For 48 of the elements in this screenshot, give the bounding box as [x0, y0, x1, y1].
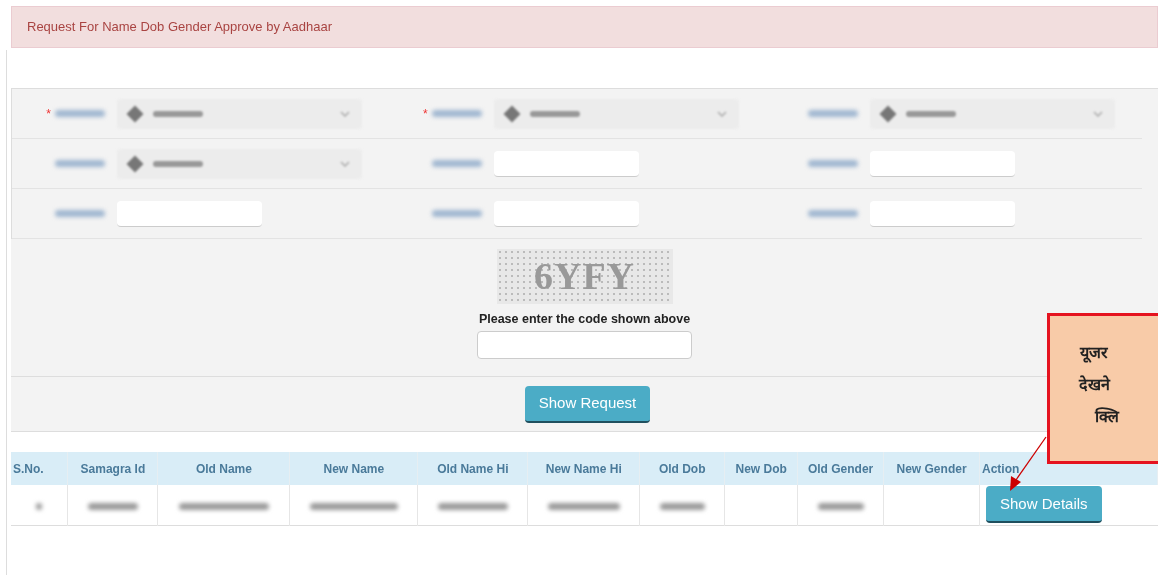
column-header: Old Gender [797, 452, 884, 485]
select-field[interactable] [117, 148, 362, 179]
callout-text: क्लि [1095, 406, 1119, 428]
blurred-text [431, 160, 482, 167]
required-mark: * [46, 105, 51, 122]
blurred-text [808, 110, 859, 117]
blurred-cell [437, 502, 508, 510]
chevron-down-icon [340, 160, 350, 167]
blurred-cell [36, 502, 43, 510]
column-header: New Name Hi [527, 452, 640, 485]
chevron-down-icon [1093, 110, 1104, 117]
blurred-cell [817, 502, 864, 510]
show-details-button[interactable]: Show Details [986, 486, 1102, 524]
select-field[interactable] [493, 98, 739, 129]
column-header: Old Name [157, 452, 290, 485]
select-field[interactable] [117, 98, 362, 129]
input-field[interactable] [493, 200, 639, 227]
input-field[interactable] [870, 150, 1016, 177]
page-title: Request For Name Dob Gender Approve by Aadhaar [27, 18, 332, 37]
column-header: Old Dob [639, 452, 725, 485]
input-field[interactable] [870, 200, 1016, 227]
required-mark: * [423, 105, 428, 122]
callout-text: यूजर [1080, 342, 1108, 365]
column-header: Old Name Hi [417, 452, 528, 485]
captcha-prompt: Please enter the code shown above [478, 311, 691, 328]
column-header: Samagra Id [67, 452, 158, 485]
column-header: New Dob [724, 452, 798, 485]
captcha-code: 6YFY [534, 254, 635, 299]
blurred-text [808, 210, 859, 217]
captcha-input[interactable] [477, 330, 692, 359]
column-header: New Gender [883, 452, 980, 485]
blurred-text [55, 110, 105, 117]
blurred-cell [87, 502, 138, 510]
blurred-text [431, 110, 482, 117]
show-request-button[interactable]: Show Request [524, 385, 651, 423]
chevron-down-icon [716, 110, 727, 117]
chevron-down-icon [340, 110, 350, 117]
input-field[interactable] [117, 200, 262, 227]
input-field[interactable] [493, 150, 639, 177]
blurred-text [55, 210, 105, 217]
blurred-text [55, 160, 105, 167]
blurred-cell [659, 502, 705, 510]
callout-text: देखने [1078, 374, 1110, 396]
blurred-text [808, 160, 859, 167]
column-header: New Name [289, 452, 418, 485]
select-field[interactable] [870, 98, 1116, 129]
column-header: S.No. [11, 452, 68, 485]
blurred-text [431, 210, 482, 217]
